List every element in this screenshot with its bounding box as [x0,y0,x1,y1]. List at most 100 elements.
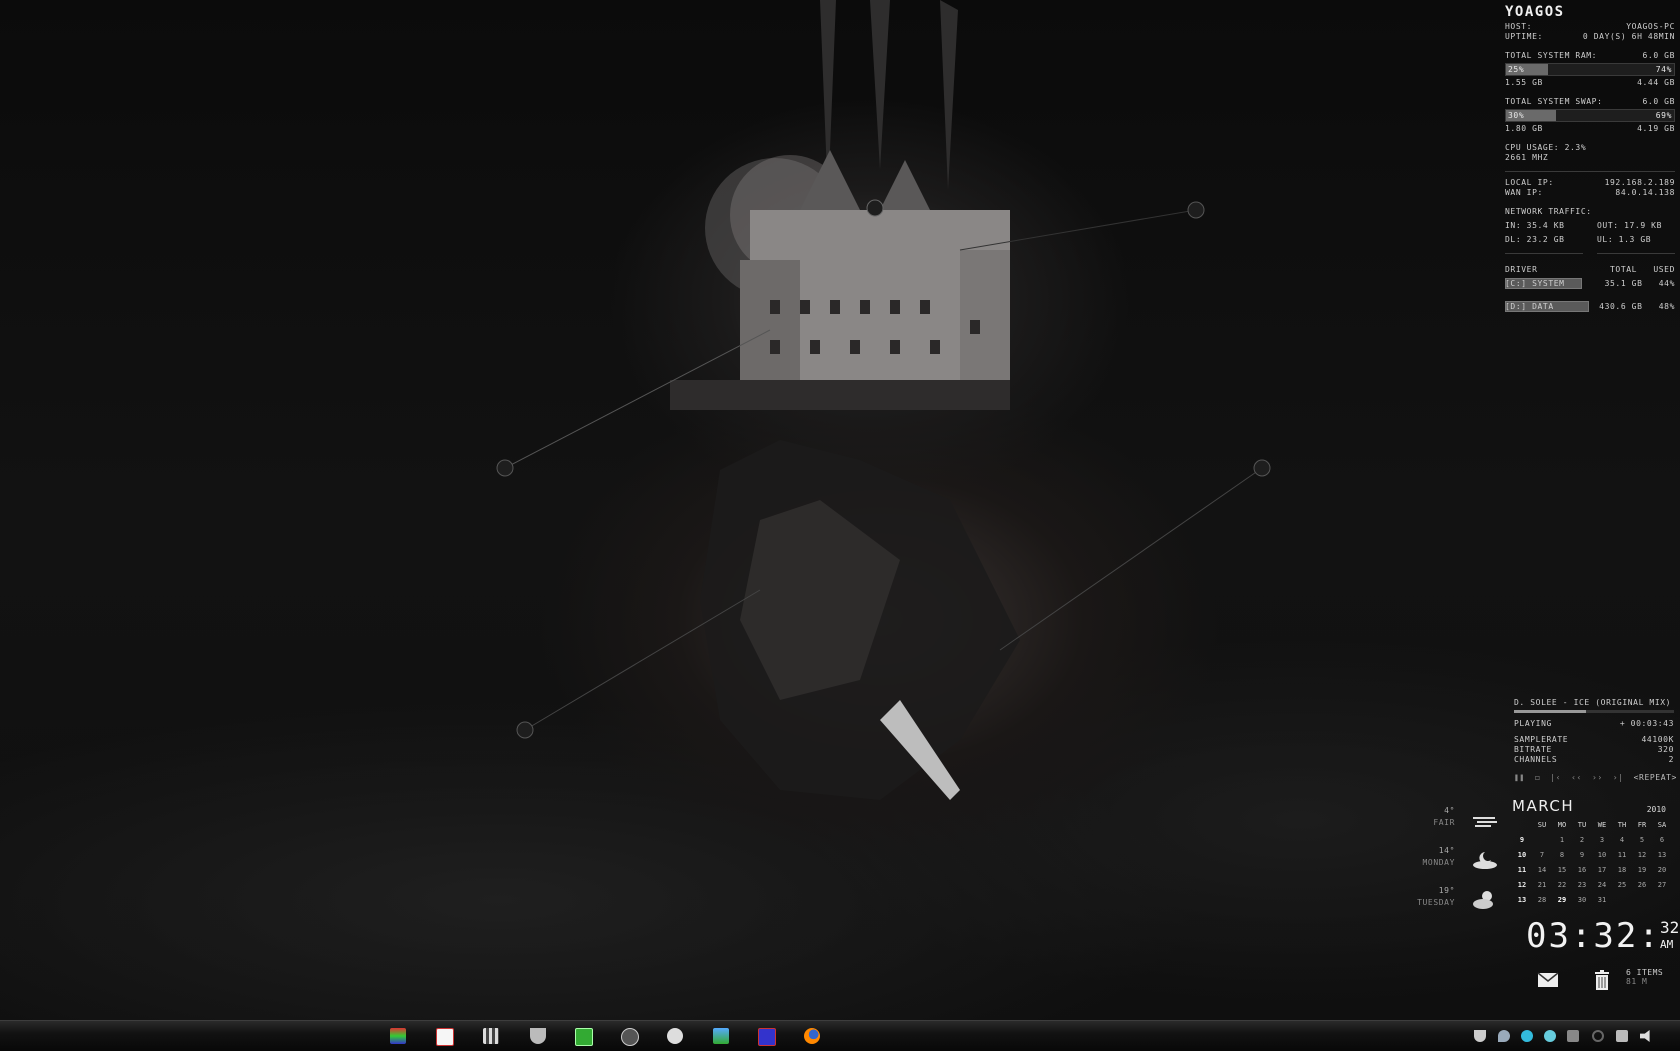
samplerate-label: SAMPLERATE [1514,735,1569,744]
next-icon[interactable]: ›| [1613,773,1624,782]
week-number: 10 [1517,850,1527,859]
weather-today: 4° FAIR [1395,806,1505,846]
circle-logo-icon[interactable] [667,1028,683,1044]
calendar-grid: SU MO TU WE TH FR SA 9 1 2 3 4 5 6 10 7 … [1512,817,1672,907]
calendar-day: 4 [1619,835,1625,844]
net-in-graph [1505,245,1583,254]
clock-seconds: 32 [1660,918,1680,937]
mail-icon[interactable] [1537,972,1559,988]
net-out: OUT: 17.9 KB [1597,221,1662,230]
ram-total: 6.0 GB [1642,51,1675,60]
net-out-graph [1597,245,1675,254]
calendar-day: 15 [1557,865,1567,874]
host-label: HOST: [1505,22,1533,31]
skype-tray-icon[interactable] [1521,1030,1533,1042]
calendar-day: 7 [1539,850,1545,859]
drives-header-used: USED [1653,265,1675,274]
shield-app-icon[interactable] [530,1028,546,1044]
recycle-bin-icon[interactable] [1594,970,1610,990]
calendar-day: 30 [1577,895,1587,904]
calendar-day: 10 [1597,850,1607,859]
calendar-day: 26 [1637,880,1647,889]
cpu-usage: CPU USAGE: 2.3% [1505,143,1587,152]
cpu-frequency: 2661 MHZ [1505,153,1549,162]
ram-free-pct: 74% [1655,65,1672,74]
weather-condition: FAIR [1433,818,1455,827]
calendar-day: 20 [1657,865,1667,874]
track-progress-fill [1514,710,1586,713]
monitor-tray-icon[interactable] [1567,1030,1579,1042]
calendar-day: 8 [1559,850,1565,859]
clapperboard-icon[interactable] [483,1028,499,1044]
uptime-value: 0 DAY(S) 6H 48MIN [1582,32,1675,41]
weather-day-2: 19° TUESDAY [1395,886,1505,926]
previous-icon[interactable]: |‹ [1550,773,1561,782]
calendar-day: 14 [1537,865,1547,874]
clock-ampm: AM [1660,938,1674,951]
drive-d-name: [D:] DATA [1505,302,1554,311]
color-palette-icon[interactable] [436,1028,454,1046]
ram-used: 1.55 GB [1505,78,1543,87]
stop-icon[interactable]: ◻ [1535,773,1540,782]
drive-c-name: [C:] SYSTEM [1505,279,1565,288]
bitrate-label: BITRATE [1514,745,1552,754]
weekday-header: MO [1557,820,1567,829]
week-number: 11 [1517,865,1527,874]
pause-icon[interactable]: ❚❚ [1514,773,1525,782]
calendar-day: 1 [1559,835,1565,844]
steam-icon[interactable] [621,1028,639,1046]
calendar-day: 12 [1637,850,1647,859]
floppy-save-icon[interactable] [758,1028,776,1046]
channels-value: 2 [1668,755,1674,764]
taskbar [0,1020,1680,1051]
media-player-widget: D. SOLEE - ICE (ORIGINAL MIX) PLAYING + 0… [1514,698,1677,782]
utorrent-icon[interactable] [575,1028,593,1046]
power-tray-icon[interactable] [1592,1030,1604,1042]
calendar-day [1652,892,1672,907]
swap-label: TOTAL SYSTEM SWAP: [1505,97,1603,106]
antivirus-tray-icon[interactable] [1474,1030,1486,1042]
recycle-bin-items: 6 ITEMS [1626,968,1664,977]
media-folder-icon[interactable] [390,1028,406,1044]
moon-tray-icon[interactable] [1544,1030,1556,1042]
computer-name: YOAGOS [1505,4,1565,20]
wan-ip-label: WAN IP: [1505,188,1543,197]
firefox-icon[interactable] [804,1028,820,1044]
calendar-day: 31 [1597,895,1607,904]
clock-hours-minutes: 03:32: [1526,916,1661,956]
weekday-header: FR [1637,820,1647,829]
drives-header-total: TOTAL [1609,265,1638,274]
network-tray-icon[interactable] [1616,1030,1628,1042]
repeat-button[interactable]: <REPEAT> [1634,773,1677,782]
clock-widget: 03:32: 32 AM [1526,916,1679,956]
weekday-header: WE [1597,820,1607,829]
calendar-day: 24 [1597,880,1607,889]
calendar-day [1612,892,1632,907]
playback-time: + 00:03:43 [1619,719,1674,728]
weekday-header: SA [1657,820,1667,829]
uptime-label: UPTIME: [1505,32,1543,41]
calendar-day: 25 [1617,880,1627,889]
drive-d-row: [D:] DATA 430.6 GB 48% [1505,301,1675,312]
week-number: 13 [1517,895,1527,904]
calendar-day: 21 [1537,880,1547,889]
fast-forward-icon[interactable]: ›› [1592,773,1603,782]
network-traffic-label: NETWORK TRAFFIC: [1505,207,1592,216]
drop-tray-icon[interactable] [1498,1030,1510,1042]
network-people-icon[interactable] [713,1028,729,1044]
track-title: D. SOLEE - ICE (ORIGINAL MIX) [1514,698,1672,707]
drive-d-used: 48% [1658,302,1675,311]
weather-widget: 4° FAIR 14° MONDAY 19° TUESDAY [1395,806,1505,926]
volume-tray-icon[interactable] [1640,1030,1650,1042]
calendar-day: 9 [1579,850,1585,859]
system-monitor-widget: YOAGOS HOST: YOAGOS-PC UPTIME: 0 DAY(S) 6H… [1505,4,1675,315]
calendar-day: 17 [1597,865,1607,874]
ram-free: 4.44 GB [1637,78,1675,87]
calendar-day: 11 [1617,850,1627,859]
local-ip-value: 192.168.2.189 [1604,178,1675,187]
rewind-icon[interactable]: ‹‹ [1571,773,1582,782]
week-number: 9 [1519,835,1525,844]
swap-used: 1.80 GB [1505,124,1543,133]
weather-day-name: MONDAY [1422,858,1455,867]
track-progress[interactable] [1514,710,1674,713]
